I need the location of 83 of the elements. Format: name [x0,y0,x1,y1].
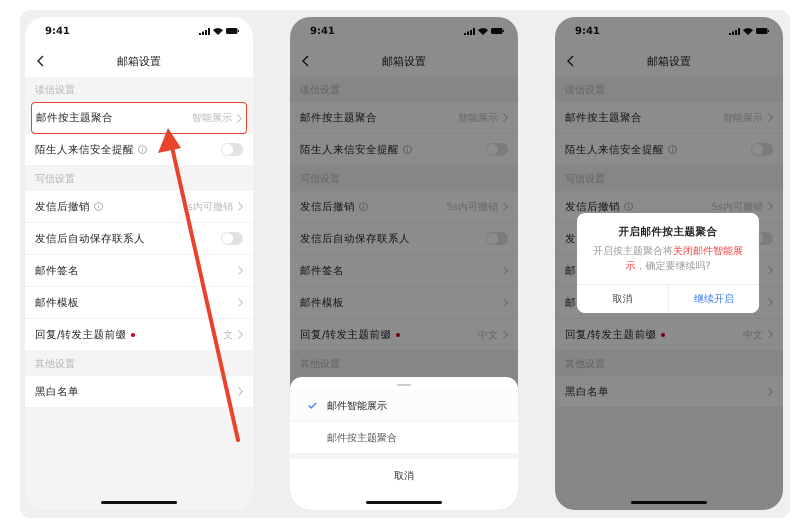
setting-row[interactable]: 邮件签名 [290,255,518,287]
chevron-right-icon [237,114,242,122]
setting-label: 回复/转发主题前缀 [300,328,392,342]
status-time: 9:41 [45,26,70,36]
dialog-title: 开启邮件按主题聚合 [618,225,718,239]
setting-label: 发信后撤销 [35,200,90,214]
setting-row[interactable]: 陌生人来信安全提醒 [25,134,253,166]
section-header: 其他设置 [35,358,75,370]
setting-label: 邮件签名 [35,264,79,278]
chevron-right-icon [238,387,243,396]
signal-icon [729,28,740,34]
status-time: 9:41 [575,26,600,36]
setting-label: 邮件按主题聚合 [565,110,642,124]
chevron-right-icon [503,266,508,275]
chevron-right-icon [238,266,243,275]
highlighted-setting-row[interactable]: 邮件按主题聚合 智能展示 [31,102,247,134]
setting-value: 文 [223,328,233,342]
wifi-icon [478,28,488,34]
setting-label: 邮件签名 [300,264,344,278]
page-title: 邮箱设置 [647,54,691,68]
setting-label: 回复/转发主题前缀 [35,328,127,342]
setting-row[interactable]: 邮件模板 [290,287,518,319]
setting-row[interactable]: 黑白名单 [25,376,253,408]
setting-row[interactable]: 邮件签名 [25,255,253,287]
setting-label: 邮件按主题聚合 [36,111,113,125]
check-icon [308,402,317,409]
page-title: 邮箱设置 [382,54,426,68]
chevron-right-icon [238,298,243,307]
setting-label: 黑白名单 [565,384,609,398]
status-time: 9:41 [310,26,335,36]
chevron-right-icon [768,266,773,275]
setting-label: 黑白名单 [35,384,79,398]
setting-label: 发信后自动保存联系人 [300,232,410,246]
setting-label: 邮件模板 [35,296,79,310]
sheet-handle[interactable] [397,384,411,386]
signal-icon [464,28,475,34]
chevron-right-icon [503,202,508,211]
battery-icon [226,28,239,34]
chevron-right-icon [768,298,773,307]
setting-label: 陌生人来信安全提醒 [35,142,134,156]
setting-label: 陌生人来信安全提醒 [300,142,399,156]
setting-value: 智能展示 [192,112,232,125]
chevron-right-icon [503,113,508,122]
toggle-switch[interactable] [221,232,243,245]
wifi-icon [213,28,223,34]
chevron-right-icon [238,202,243,211]
signal-icon [199,28,210,34]
setting-label: 发 [565,232,576,246]
chevron-right-icon [503,298,508,307]
setting-row[interactable]: 陌生人来信安全提醒 [555,134,783,166]
section-header: 读信设置 [35,84,75,96]
setting-label: 发信后撤销 [300,200,355,214]
toggle-switch[interactable] [221,143,243,156]
back-icon[interactable] [37,55,44,67]
chevron-right-icon [768,330,773,339]
chevron-right-icon [768,387,773,396]
dialog-message: 开启按主题聚合将关闭邮件智能展示，确定要继续吗? [592,245,744,274]
setting-row[interactable]: 黑白名单 [555,376,783,408]
setting-value: s内可撤销 [188,200,233,214]
page-title: 邮箱设置 [117,54,161,68]
setting-label: 邮 [565,296,576,310]
chevron-right-icon [238,330,243,339]
wifi-icon [743,28,753,34]
setting-row[interactable]: 邮件模板 [25,287,253,319]
chevron-right-icon [503,330,508,339]
setting-row[interactable]: 回复/转发主题前缀 文 [25,319,253,351]
setting-label: 陌生人来信安全提醒 [565,142,664,156]
setting-row[interactable]: 陌生人来信安全提醒 [290,134,518,166]
battery-icon [756,28,769,34]
battery-icon [491,28,504,34]
setting-label: 邮件模板 [300,296,344,310]
setting-row[interactable]: 发信后自动保存联系人 [25,223,253,255]
chevron-right-icon [768,113,773,122]
setting-label: 回复/转发主题前缀 [565,328,657,342]
chevron-right-icon [768,202,773,211]
setting-label: 发信后自动保存联系人 [35,232,145,246]
section-header: 写信设置 [35,172,75,186]
setting-label: 邮 [565,264,576,278]
setting-label: 邮件按主题聚合 [300,110,377,124]
setting-label: 发信后撤销 [565,200,620,214]
setting-row[interactable]: 发信后撤销 s内可撤销 [25,191,253,223]
setting-row[interactable]: 发信后自动保存联系人 [290,223,518,255]
continue-button[interactable]: 继续开启 [668,285,759,313]
